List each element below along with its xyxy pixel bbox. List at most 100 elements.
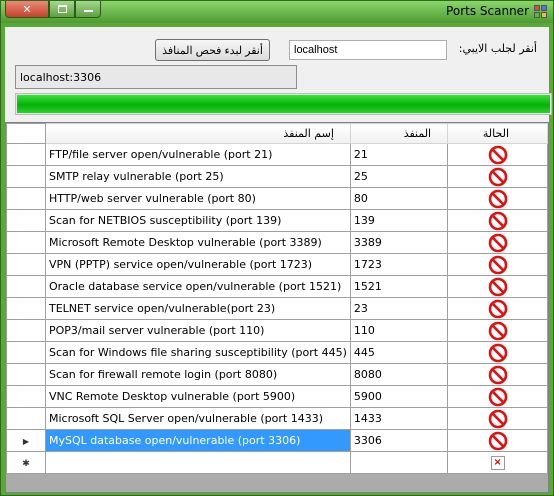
status-cell[interactable]: [447, 319, 548, 342]
table-row[interactable]: Scan for NETBIOS susceptibility (port 13…: [6, 209, 548, 232]
status-cell[interactable]: [447, 297, 548, 320]
status-cell[interactable]: [447, 341, 548, 364]
status-cell[interactable]: [447, 385, 548, 408]
title-bar[interactable]: ✕ Ports Scanner: [1, 1, 553, 23]
status-cell[interactable]: [447, 143, 548, 166]
grid-header-row: إسم المنفذ المنفذ الحالة: [6, 123, 548, 144]
ports-grid[interactable]: إسم المنفذ المنفذ الحالة FTP/file server…: [5, 122, 549, 493]
port-name-cell[interactable]: MySQL database open/vulnerable (port 330…: [44, 429, 351, 452]
table-row[interactable]: VPN (PPTP) service open/vulnerable (port…: [6, 253, 548, 276]
status-cell[interactable]: [447, 209, 548, 232]
port-number-cell[interactable]: 21: [349, 143, 449, 166]
minimize-button[interactable]: [75, 1, 101, 18]
row-header[interactable]: ✱: [6, 451, 46, 474]
port-name-cell[interactable]: Oracle database service open/vulnerable …: [44, 275, 351, 298]
table-row[interactable]: Microsoft SQL Server open/vulnerable (po…: [6, 407, 548, 430]
port-name-cell[interactable]: SMTP relay vulnerable (port 25): [44, 165, 351, 188]
row-header[interactable]: [6, 165, 46, 188]
row-header[interactable]: [6, 319, 46, 342]
port-name-cell[interactable]: FTP/file server open/vulnerable (port 21…: [44, 143, 351, 166]
table-row[interactable]: ▶ MySQL database open/vulnerable (port 33…: [6, 429, 548, 452]
table-row[interactable]: Microsoft Remote Desktop vulnerable (por…: [6, 231, 548, 254]
row-header[interactable]: [6, 385, 46, 408]
table-row[interactable]: Scan for Windows file sharing susceptibi…: [6, 341, 548, 364]
port-name-cell[interactable]: Scan for Windows file sharing susceptibi…: [44, 341, 351, 364]
prohibited-icon: [488, 365, 508, 384]
port-name-cell[interactable]: Scan for firewall remote login (port 808…: [44, 363, 351, 386]
row-header[interactable]: ▶: [6, 429, 46, 452]
status-cell[interactable]: [447, 407, 548, 430]
row-header[interactable]: [6, 363, 46, 386]
table-row[interactable]: POP3/mail server vulnerable (port 110) 11…: [6, 319, 548, 342]
port-number-cell[interactable]: 445: [349, 341, 449, 364]
row-header[interactable]: [6, 253, 46, 276]
port-number-cell[interactable]: 3306: [349, 429, 449, 452]
port-name-cell[interactable]: [44, 451, 351, 474]
get-ip-label[interactable]: أنقر لجلب الايبي:: [459, 42, 537, 55]
form-client-area: أنقر لبدء فحص المنافذ أنقر لجلب الايبي: …: [5, 27, 552, 493]
app-window: ✕ Ports Scanner أنقر لبدء فحص المنافذ أن…: [0, 0, 554, 496]
status-cell[interactable]: [447, 187, 548, 210]
port-number-cell[interactable]: 3389: [349, 231, 449, 254]
row-header[interactable]: [6, 407, 46, 430]
status-cell[interactable]: [447, 275, 548, 298]
status-cell[interactable]: ×: [447, 451, 548, 474]
status-cell[interactable]: [447, 231, 548, 254]
port-name-cell[interactable]: Microsoft Remote Desktop vulnerable (por…: [44, 231, 351, 254]
port-number-cell[interactable]: 5900: [349, 385, 449, 408]
port-name-cell[interactable]: VPN (PPTP) service open/vulnerable (port…: [44, 253, 351, 276]
row-header[interactable]: [6, 341, 46, 364]
status-cell[interactable]: [447, 253, 548, 276]
table-row[interactable]: VNC Remote Desktop vulnerable (port 5900…: [6, 385, 548, 408]
table-row[interactable]: Scan for firewall remote login (port 808…: [6, 363, 548, 386]
port-number-cell[interactable]: 23: [349, 297, 449, 320]
grid-body: FTP/file server open/vulnerable (port 21…: [6, 143, 548, 474]
prohibited-icon: [488, 321, 508, 340]
row-header[interactable]: [6, 297, 46, 320]
port-name-cell[interactable]: TELNET service open/vulnerable(port 23): [44, 297, 351, 320]
ip-input[interactable]: [289, 40, 447, 60]
close-button[interactable]: ✕: [5, 1, 49, 18]
table-row[interactable]: TELNET service open/vulnerable(port 23) 2…: [6, 297, 548, 320]
current-row-arrow-icon: ▶: [22, 437, 30, 446]
status-cell[interactable]: [447, 363, 548, 386]
port-name-cell[interactable]: Microsoft SQL Server open/vulnerable (po…: [44, 407, 351, 430]
port-number-cell[interactable]: 110: [349, 319, 449, 342]
port-number-cell[interactable]: 25: [349, 165, 449, 188]
table-row[interactable]: Oracle database service open/vulnerable …: [6, 275, 548, 298]
port-number-cell[interactable]: 1723: [349, 253, 449, 276]
port-number-cell[interactable]: 1433: [349, 407, 449, 430]
row-header[interactable]: [6, 275, 46, 298]
ports-table: إسم المنفذ المنفذ الحالة FTP/file server…: [6, 123, 548, 474]
column-header-name[interactable]: إسم المنفذ: [44, 123, 351, 144]
port-name-cell[interactable]: HTTP/web server vulnerable (port 80): [44, 187, 351, 210]
port-number-cell[interactable]: 139: [349, 209, 449, 232]
prohibited-icon: [488, 299, 508, 318]
row-header[interactable]: [6, 187, 46, 210]
column-header-port[interactable]: المنفذ: [349, 123, 449, 144]
table-row[interactable]: HTTP/web server vulnerable (port 80) 80: [6, 187, 548, 210]
status-cell[interactable]: [447, 165, 548, 188]
table-row[interactable]: FTP/file server open/vulnerable (port 21…: [6, 143, 548, 166]
row-header[interactable]: [6, 143, 46, 166]
port-number-cell[interactable]: 8080: [349, 363, 449, 386]
new-row-star-icon: ✱: [22, 459, 30, 469]
table-row[interactable]: SMTP relay vulnerable (port 25) 25: [6, 165, 548, 188]
new-row[interactable]: ✱ ×: [6, 451, 548, 474]
port-number-cell[interactable]: 1521: [349, 275, 449, 298]
window-title: Ports Scanner: [446, 4, 529, 18]
row-header[interactable]: [6, 209, 46, 232]
port-number-cell[interactable]: 80: [349, 187, 449, 210]
maximize-button[interactable]: [49, 1, 75, 18]
port-name-cell[interactable]: VNC Remote Desktop vulnerable (port 5900…: [44, 385, 351, 408]
prohibited-icon: [488, 167, 508, 186]
port-number-cell[interactable]: [349, 451, 449, 474]
row-header[interactable]: [6, 231, 46, 254]
start-scan-button[interactable]: أنقر لبدء فحص المنافذ: [155, 39, 270, 61]
port-name-cell[interactable]: POP3/mail server vulnerable (port 110): [44, 319, 351, 342]
close-icon: ✕: [22, 2, 32, 16]
column-header-status[interactable]: الحالة: [447, 123, 548, 144]
row-header-corner: [6, 123, 46, 144]
status-cell[interactable]: [447, 429, 548, 452]
port-name-cell[interactable]: Scan for NETBIOS susceptibility (port 13…: [44, 209, 351, 232]
